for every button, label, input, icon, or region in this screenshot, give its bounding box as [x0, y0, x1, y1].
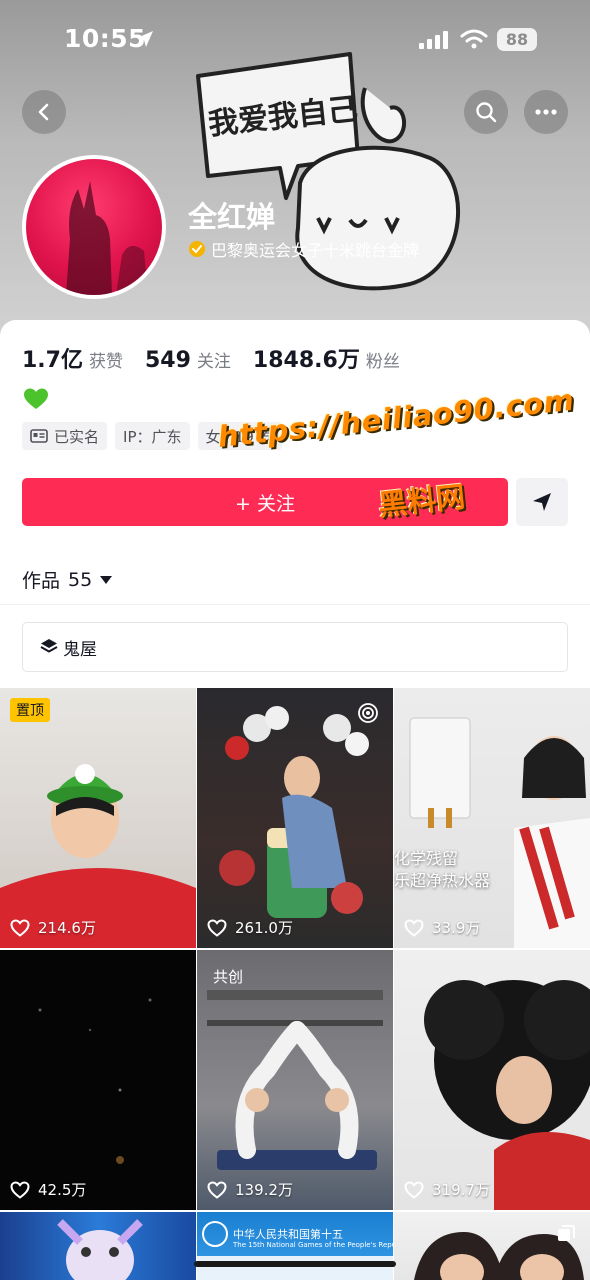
video-thumbnail[interactable]: 319.7万 — [394, 950, 590, 1210]
games-banner-text: 中华人民共和国第十五 The 15th National Games of th… — [233, 1228, 393, 1250]
search-button[interactable] — [464, 90, 508, 134]
video-grid: 置顶 214.6万 261.0万 化学残留 乐超净热水器 33.9万 42.5万… — [0, 688, 590, 1280]
tag-real-name-label: 已实名 — [54, 427, 100, 446]
games-banner-en: The 15th National Games of the People's … — [233, 1241, 393, 1249]
pinned-badge: 置顶 — [10, 698, 50, 722]
cellular-signal-icon — [419, 31, 448, 49]
video-likes-count: 319.7万 — [432, 1181, 490, 1199]
video-likes-count: 139.2万 — [235, 1181, 293, 1199]
video-thumbnail[interactable]: 中华人民共和国第十五 The 15th National Games of th… — [197, 1212, 393, 1280]
video-likes: 319.7万 — [404, 1179, 490, 1200]
send-message-button[interactable] — [516, 478, 568, 526]
works-tab[interactable]: 作品 55 — [22, 566, 113, 593]
video-likes-count: 33.9万 — [432, 919, 481, 937]
live-broadcast-icon — [358, 703, 378, 723]
profile-banner: 我爱我自己 10:55 88 全红婵 巴黎奥运会女子十米跳台金牌 — [0, 0, 590, 345]
tab-divider — [0, 604, 590, 605]
tag-ip-label: IP：广东 — [123, 427, 182, 446]
heart-outline-icon — [10, 918, 30, 937]
layers-icon — [40, 639, 58, 653]
heart-outline-icon — [404, 918, 424, 937]
heart-outline-icon — [10, 1180, 30, 1199]
thumbnail-art — [38, 998, 152, 1164]
video-thumbnail[interactable]: 261.0万 — [197, 688, 393, 948]
green-heart-icon — [24, 388, 48, 409]
home-indicator[interactable] — [194, 1261, 396, 1267]
video-likes-count: 214.6万 — [38, 919, 96, 937]
avatar[interactable] — [22, 155, 166, 299]
video-caption: 化学残留 乐超净热水器 — [394, 848, 490, 892]
status-bar: 10:55 88 — [0, 0, 590, 80]
video-thumbnail[interactable]: 置顶 214.6万 — [0, 688, 196, 948]
chevron-left-icon — [38, 103, 49, 121]
video-caption-line2: 乐超净热水器 — [394, 871, 491, 890]
games-banner-cn: 中华人民共和国第十五 — [233, 1228, 343, 1241]
thumbnail-art — [0, 764, 196, 948]
co-creation-badge: 共创 — [213, 968, 244, 986]
send-arrow-icon — [533, 493, 551, 511]
followers-count[interactable]: 1848.6万 — [253, 342, 360, 374]
video-likes: 42.5万 — [10, 1179, 86, 1200]
video-thumbnail[interactable]: 42.5万 — [0, 950, 196, 1210]
video-likes-count: 42.5万 — [38, 1181, 87, 1199]
watermark-url: https://heiliao90.com — [216, 382, 576, 454]
video-thumbnail[interactable]: 化学残留 乐超净热水器 33.9万 — [394, 688, 590, 948]
thumbnail-art — [409, 717, 590, 948]
video-caption-line1: 化学残留 — [394, 849, 459, 868]
works-count: 55 — [68, 568, 93, 591]
caret-down-icon — [100, 575, 113, 584]
avatar-silhouette — [66, 181, 148, 295]
following-label[interactable]: 关注 — [197, 347, 231, 372]
multi-image-icon — [558, 1225, 575, 1241]
battery-indicator: 88 — [497, 28, 537, 51]
following-count[interactable]: 549 — [145, 348, 191, 373]
thumbnail-art — [414, 1232, 584, 1280]
more-button[interactable] — [524, 90, 568, 134]
verified-badge-icon — [189, 241, 205, 257]
video-thumbnail[interactable] — [394, 1212, 590, 1280]
likes-label: 获赞 — [88, 352, 123, 372]
more-dots-icon — [535, 109, 557, 115]
back-button[interactable] — [22, 90, 66, 134]
id-card-icon — [30, 429, 48, 443]
verification-row: 巴黎奥运会女子十米跳台金牌 — [188, 237, 419, 261]
search-icon — [476, 102, 497, 123]
profile-stats: 1.7亿 获赞 549 关注 1848.6万 粉丝 — [22, 342, 422, 374]
thumbnail-art — [219, 706, 369, 918]
followers-label[interactable]: 粉丝 — [366, 347, 400, 372]
profile-nickname: 全红婵 — [188, 200, 276, 234]
likes-count: 1.7亿 — [22, 348, 83, 373]
tag-real-name: 已实名 — [22, 422, 108, 450]
heart-outline-icon — [207, 1180, 227, 1199]
video-likes: 214.6万 — [10, 917, 96, 938]
heart-outline-icon — [404, 1180, 424, 1199]
wifi-icon — [460, 29, 488, 49]
thumbnail-art — [424, 980, 590, 1210]
video-likes: 139.2万 — [207, 1179, 293, 1200]
works-label: 作品 — [22, 570, 61, 592]
video-thumbnail[interactable] — [0, 1212, 196, 1280]
tag-ip-location: IP：广东 — [115, 422, 190, 450]
video-likes: 261.0万 — [207, 917, 293, 938]
heart-outline-icon — [207, 918, 227, 937]
location-arrow-icon — [137, 31, 153, 47]
video-likes: 33.9万 — [404, 917, 480, 938]
thumbnail-art — [207, 990, 383, 1170]
thumbnail-art — [57, 1219, 143, 1280]
video-thumbnail[interactable]: 共创 139.2万 — [197, 950, 393, 1210]
video-likes-count: 261.0万 — [235, 919, 293, 937]
collection-label: 鬼屋 — [63, 639, 97, 660]
collection-button[interactable]: 鬼屋 — [22, 622, 568, 672]
verification-text: 巴黎奥运会女子十米跳台金牌 — [211, 241, 420, 260]
